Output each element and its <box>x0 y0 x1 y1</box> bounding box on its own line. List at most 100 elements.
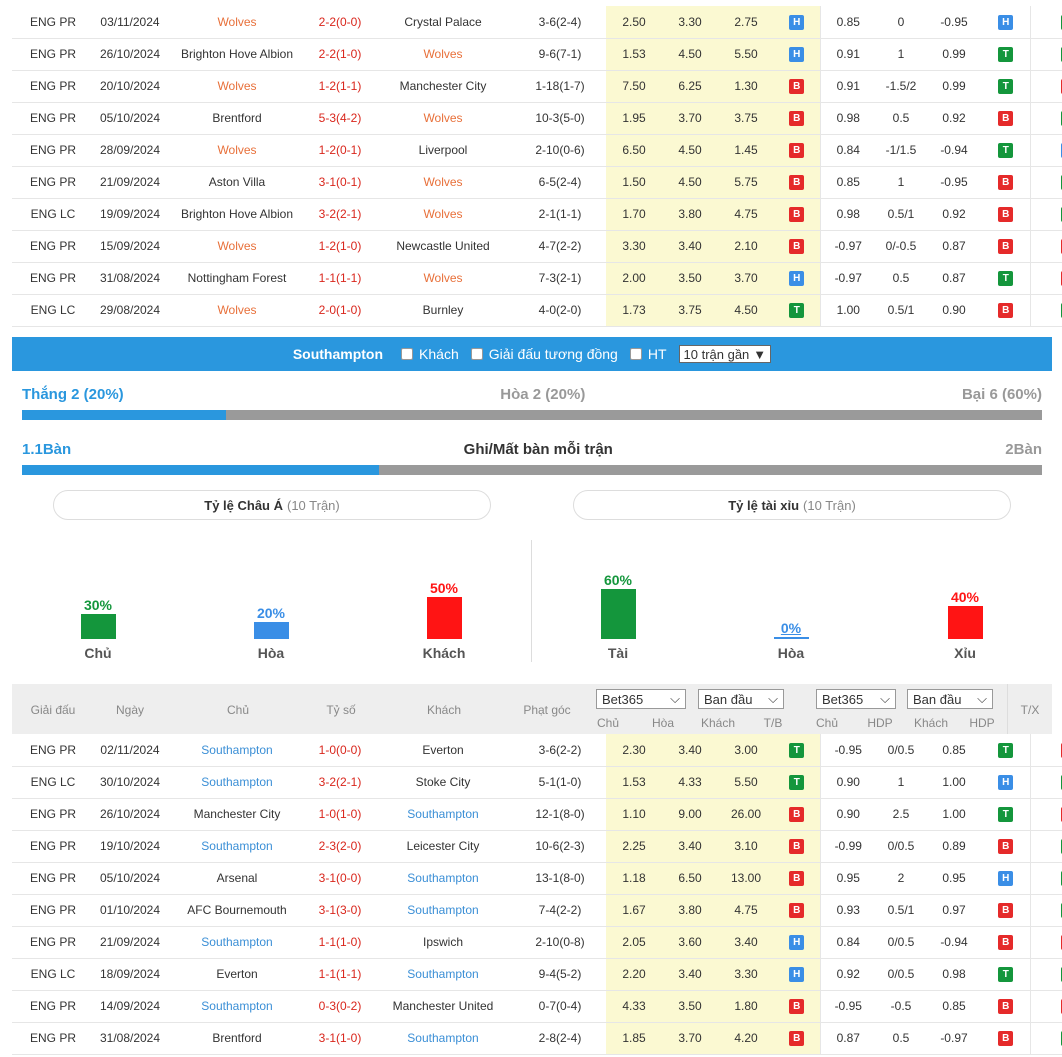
away-team-link[interactable]: Manchester United <box>393 999 494 1013</box>
tx-result-col: T <box>1030 958 1062 991</box>
ht-checkbox[interactable] <box>629 348 642 360</box>
ou-bar <box>773 637 809 639</box>
col-tx: T/X <box>1020 703 1040 717</box>
league-cell: ENG PR <box>12 70 94 103</box>
loss-summary: Bại 6 (60%) <box>961 386 1042 403</box>
home-team-link[interactable]: Wolves <box>217 143 256 157</box>
odds-draw-cell: 3.40 <box>662 734 718 767</box>
home-team-link[interactable]: Wolves <box>217 303 256 317</box>
home-team-link[interactable]: Aston Villa <box>209 175 265 189</box>
hc-line-cell: 2.5 <box>876 798 926 831</box>
league-cell: ENG PR <box>29 807 76 821</box>
away-team-link[interactable]: Burnley <box>423 303 464 317</box>
away-team-link[interactable]: Crystal Palace <box>404 15 481 29</box>
league-cell: ENG PR <box>29 79 76 93</box>
table-row: ENG PR 15/09/2024 Wolves 1-2(1-0) Newcastle … <box>12 230 1062 263</box>
score-cell: 2-0(1-0) <box>318 303 362 317</box>
away-team-link[interactable]: Southampton <box>407 1031 478 1045</box>
tb-result-col: H <box>774 958 821 991</box>
odds-away-cell: 26.00 <box>730 807 762 821</box>
home-team-link[interactable]: Southampton <box>201 775 272 789</box>
odds-type-2-value: Ban đầu <box>913 691 962 707</box>
recent-matches-header: Giải đấu Ngày Chủ Tỷ số Khách Phạt góc B… <box>12 684 1052 734</box>
bookmaker-select-2[interactable]: Bet365 ⌵ <box>816 689 896 709</box>
home-team-link[interactable]: Brentford <box>212 111 261 125</box>
home-team-link[interactable]: Southampton <box>201 839 272 853</box>
date-cell: 26/10/2024 <box>94 38 166 71</box>
bookmaker-select-1[interactable]: Bet365 ⌵ <box>596 689 686 709</box>
league-cell: ENG PR <box>12 798 94 831</box>
odds-home-cell: 1.70 <box>622 207 646 221</box>
corner-cell: 10-6(2-3) <box>514 830 606 863</box>
score-cell: 2-2(1-0) <box>318 47 362 61</box>
away-team-link[interactable]: Southampton <box>407 903 478 917</box>
table-row: ENG PR 05/10/2024 Brentford 5-3(4-2) Wolves 1… <box>12 102 1062 135</box>
away-team-link[interactable]: Stoke City <box>416 775 471 789</box>
table-row: ENG PR 26/10/2024 Manchester City 1-0(1-0) S… <box>12 798 1062 831</box>
away-team-link[interactable]: Southampton <box>407 871 478 885</box>
odds-away-cell: 4.50 <box>718 294 774 327</box>
home-team-link[interactable]: Wolves <box>217 15 256 29</box>
home-team-link[interactable]: Brighton Hove Albion <box>181 207 293 221</box>
away-team-link[interactable]: Newcastle United <box>396 239 489 253</box>
home-team-link[interactable]: Brentford <box>212 1031 261 1045</box>
tx-result-col: H <box>1030 134 1062 167</box>
home-team-link[interactable]: Southampton <box>201 935 272 949</box>
same-league-checkbox[interactable] <box>470 348 483 360</box>
odds-away-cell: 3.00 <box>734 742 758 757</box>
away-team-link[interactable]: Leicester City <box>407 839 480 853</box>
odds-away-cell: 3.75 <box>734 111 758 125</box>
away-team-link[interactable]: Wolves <box>423 111 462 125</box>
hc-away-cell: 0.98 <box>926 958 982 991</box>
hc-away-cell: 0.99 <box>926 38 982 71</box>
recent-matches-table-bottom: ENG PR 02/11/2024 Southampton 1-0(0-0) Evert… <box>12 734 1062 1055</box>
away-checkbox[interactable] <box>401 348 414 360</box>
goals-progress-fill <box>22 465 379 475</box>
col-odds-home: Chủ <box>596 716 620 730</box>
home-team-link[interactable]: Southampton <box>201 743 272 757</box>
corner-cell: 10-3(5-0) <box>535 111 585 125</box>
home-team-link[interactable]: AFC Bournemouth <box>187 903 286 917</box>
away-team-link[interactable]: Ipswich <box>423 935 463 949</box>
home-team-col: Arsenal <box>166 862 308 895</box>
score-cell: 3-2(2-1) <box>308 198 372 231</box>
tx-result-col: X <box>1030 734 1062 767</box>
home-team-link[interactable]: Everton <box>216 967 257 981</box>
home-team-link[interactable]: Southampton <box>201 999 272 1013</box>
odds-draw-cell: 4.50 <box>662 38 718 71</box>
odds-draw-cell: 3.40 <box>662 958 718 991</box>
odds-type-select-2[interactable]: Ban đầu ⌵ <box>907 689 993 709</box>
home-team-link[interactable]: Nottingham Forest <box>188 271 287 285</box>
away-team-link[interactable]: Wolves <box>423 271 462 285</box>
odds-away-cell: 4.20 <box>734 1031 758 1045</box>
draw-summary: Hòa 2 (20%) <box>500 386 586 403</box>
away-team-link[interactable]: Wolves <box>423 207 462 221</box>
odds-draw-cell: 3.40 <box>678 239 702 253</box>
hc-away-cell: 1.00 <box>942 775 966 789</box>
away-team-link[interactable]: Wolves <box>423 47 462 61</box>
hc-away-cell: 0.97 <box>926 894 982 927</box>
hc-home-cell: 0.98 <box>820 198 876 231</box>
hc-home-cell: -0.97 <box>820 230 876 263</box>
away-team-link[interactable]: Liverpool <box>419 143 468 157</box>
asian-handicap-panel-title[interactable]: Tỷ lệ Châu Á (10 Trận) <box>53 490 491 520</box>
hdp-result-badge: H <box>998 871 1014 886</box>
match-count-select[interactable]: 10 trận gần ▼ <box>678 345 772 363</box>
home-team-link[interactable]: Arsenal <box>217 871 258 885</box>
corner-cell: 2-10(0-6) <box>535 143 585 157</box>
away-team-link[interactable]: Everton <box>422 743 463 757</box>
odds-type-select-1[interactable]: Ban đầu ⌵ <box>698 689 784 709</box>
home-team-link[interactable]: Wolves <box>217 79 256 93</box>
date-cell: 28/09/2024 <box>99 143 161 157</box>
hc-line-cell: 1 <box>876 166 926 199</box>
home-team-link[interactable]: Brighton Hove Albion <box>181 47 293 61</box>
away-team-link[interactable]: Manchester City <box>400 79 487 93</box>
away-team-link[interactable]: Southampton <box>407 967 478 981</box>
over-under-panel-title[interactable]: Tỷ lệ tài xỉu (10 Trận) <box>573 490 1011 520</box>
odds-away-cell: 3.30 <box>718 958 774 991</box>
home-team-link[interactable]: Manchester City <box>194 807 281 821</box>
home-team-link[interactable]: Wolves <box>217 239 256 253</box>
away-team-link[interactable]: Southampton <box>407 807 478 821</box>
away-team-link[interactable]: Wolves <box>423 175 462 189</box>
home-team-col: Aston Villa <box>166 166 308 199</box>
